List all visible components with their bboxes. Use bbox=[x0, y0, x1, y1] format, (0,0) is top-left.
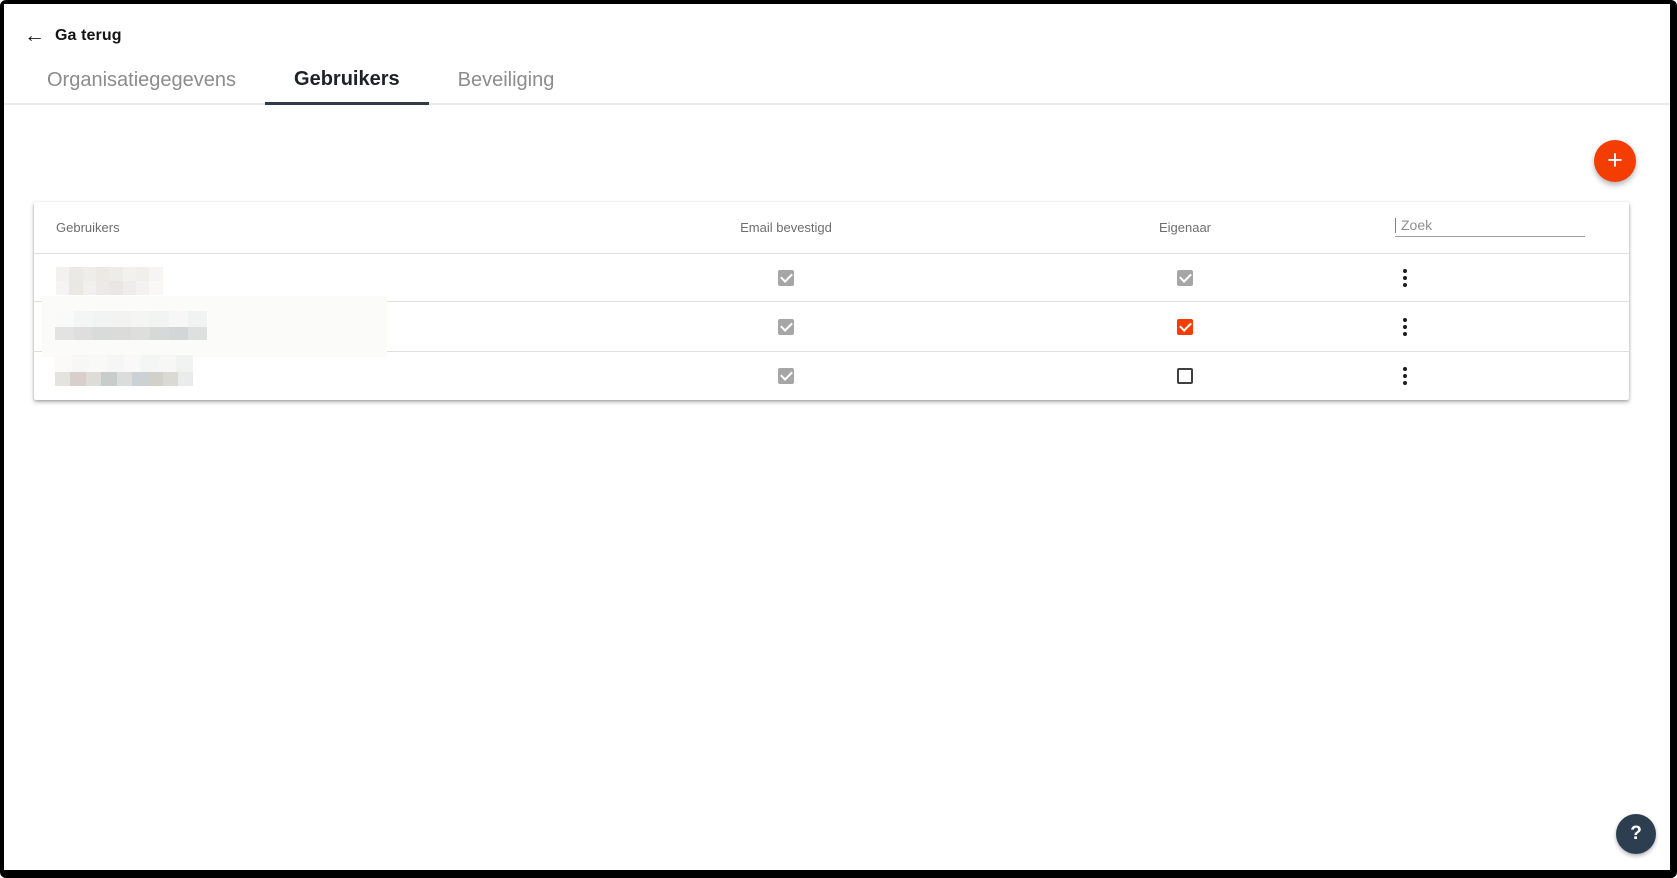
row-menu-button[interactable] bbox=[1385, 314, 1425, 340]
plus-icon: + bbox=[1594, 140, 1636, 180]
search-placeholder: Zoek bbox=[1401, 217, 1432, 233]
text-cursor bbox=[1395, 218, 1396, 233]
help-button[interactable]: ? bbox=[1616, 814, 1656, 854]
back-button[interactable]: ← Ga terug bbox=[24, 26, 122, 46]
back-label: Ga terug bbox=[55, 27, 122, 45]
table-row bbox=[34, 302, 1629, 352]
question-mark-icon: ? bbox=[1630, 823, 1642, 844]
owner-checkbox[interactable] bbox=[1177, 319, 1193, 335]
tab-bar: Organisatiegegevens Gebruikers Beveiligi… bbox=[4, 56, 1670, 105]
arrow-left-icon: ← bbox=[24, 26, 45, 46]
users-table: Gebruikers Email bevestigd Eigenaar Zoek bbox=[34, 202, 1629, 400]
owner-checkbox bbox=[1177, 270, 1193, 286]
email-confirmed-checkbox bbox=[778, 368, 794, 384]
table-row bbox=[34, 352, 1629, 400]
tab-beveiliging[interactable]: Beveiliging bbox=[429, 56, 584, 105]
tab-gebruikers[interactable]: Gebruikers bbox=[265, 56, 429, 105]
tab-organisatiegegevens[interactable]: Organisatiegegevens bbox=[18, 56, 265, 105]
owner-checkbox[interactable] bbox=[1177, 368, 1193, 384]
row-menu-button[interactable] bbox=[1385, 265, 1425, 291]
row-menu-button[interactable] bbox=[1385, 363, 1425, 389]
table-row bbox=[34, 254, 1629, 302]
table-header-row: Gebruikers Email bevestigd Eigenaar Zoek bbox=[34, 202, 1629, 254]
column-header-email-bevestigd: Email bevestigd bbox=[706, 220, 866, 235]
email-confirmed-checkbox bbox=[778, 319, 794, 335]
email-confirmed-checkbox bbox=[778, 270, 794, 286]
search-input[interactable]: Zoek bbox=[1395, 214, 1585, 237]
add-user-button[interactable]: + bbox=[1594, 140, 1636, 182]
app-window: ← Ga terug Organisatiegegevens Gebruiker… bbox=[0, 0, 1677, 878]
column-header-gebruikers: Gebruikers bbox=[34, 220, 706, 235]
column-header-eigenaar: Eigenaar bbox=[1105, 220, 1265, 235]
